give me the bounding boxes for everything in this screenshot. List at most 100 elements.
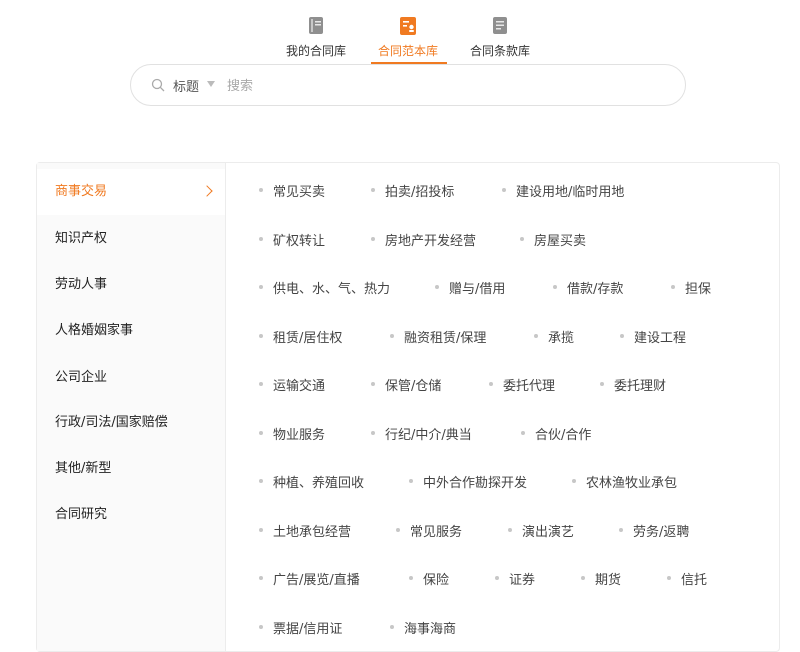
category-label: 保管/仓储: [385, 379, 442, 394]
bullet-dot-icon: [259, 479, 263, 483]
category-label: 保险: [423, 573, 450, 588]
bullet-dot-icon: [667, 576, 671, 580]
bullet-dot-icon: [620, 334, 624, 338]
category-label: 土地承包经营: [273, 525, 352, 540]
category-link[interactable]: 种植、养殖回收: [259, 472, 365, 491]
search-field-select[interactable]: 标题: [173, 76, 199, 95]
category-link[interactable]: 融资租赁/保理: [390, 327, 486, 346]
category-link[interactable]: 土地承包经营: [259, 521, 352, 540]
category-link[interactable]: 租赁/居住权: [259, 327, 343, 346]
category-link[interactable]: 票据/信用证: [259, 618, 342, 637]
tab-label: 合同范本库: [377, 44, 438, 58]
category-link[interactable]: 房地产开发经营: [371, 230, 477, 249]
category-link[interactable]: 证券: [495, 569, 535, 588]
sidebar-item-other-new[interactable]: 其他/新型: [37, 446, 225, 492]
category-link[interactable]: 演出演艺: [508, 521, 574, 540]
category-label: 承揽: [548, 331, 575, 346]
bullet-dot-icon: [572, 479, 576, 483]
sidebar-item-label: 人格婚姻家事: [55, 323, 134, 338]
category-label: 借款/存款: [567, 282, 624, 297]
bullet-dot-icon: [259, 625, 263, 629]
sidebar-item-contract-research[interactable]: 合同研究: [37, 492, 225, 538]
category-link[interactable]: 劳务/返聘: [619, 521, 690, 540]
bullet-dot-icon: [521, 431, 525, 435]
category-label: 信托: [681, 573, 708, 588]
category-link[interactable]: 常见买卖: [259, 181, 325, 200]
sidebar-item-label: 合同研究: [55, 507, 108, 522]
category-label: 房地产开发经营: [385, 234, 477, 249]
category-link[interactable]: 建设工程: [620, 327, 686, 346]
bullet-dot-icon: [259, 334, 263, 338]
sidebar-item-intellectual-property[interactable]: 知识产权: [37, 216, 225, 262]
category-label: 行纪/中介/典当: [385, 428, 472, 443]
bullet-dot-icon: [259, 285, 263, 289]
category-label: 常见服务: [410, 525, 463, 540]
category-label: 种植、养殖回收: [273, 476, 365, 491]
bullet-dot-icon: [371, 382, 375, 386]
category-label: 劳务/返聘: [633, 525, 690, 540]
category-link[interactable]: 行纪/中介/典当: [371, 424, 472, 443]
book-icon: [309, 17, 323, 34]
bullet-dot-icon: [553, 285, 557, 289]
category-link[interactable]: 中外合作勘探开发: [409, 472, 527, 491]
sidebar-item-commercial-transactions[interactable]: 商事交易: [37, 169, 225, 215]
sidebar-item-label: 其他/新型: [55, 461, 112, 476]
category-link[interactable]: 物业服务: [259, 424, 325, 443]
category-label: 租赁/居住权: [273, 331, 343, 346]
category-link[interactable]: 委托理财: [600, 375, 667, 394]
category-link[interactable]: 常见服务: [396, 521, 463, 540]
category-label: 运输交通: [273, 379, 326, 394]
tab-label: 合同条款库: [469, 44, 530, 58]
bullet-dot-icon: [495, 576, 499, 580]
category-label: 期货: [595, 573, 622, 588]
category-label: 广告/展览/直播: [273, 573, 360, 588]
category-link[interactable]: 期货: [581, 569, 622, 588]
bullet-dot-icon: [259, 237, 263, 241]
category-label: 房屋买卖: [534, 234, 587, 249]
category-link[interactable]: 广告/展览/直播: [259, 569, 360, 588]
category-link[interactable]: 供电、水、气、热力: [259, 278, 391, 297]
search-input[interactable]: [225, 74, 649, 98]
category-sidebar: 商事交易 知识产权 劳动人事 人格婚姻家事 公司企业 行政/司法/国家赔偿 其他…: [37, 163, 226, 651]
bullet-dot-icon: [390, 334, 394, 338]
category-link[interactable]: 赠与/借用: [435, 278, 505, 297]
category-link[interactable]: 房屋买卖: [520, 230, 587, 249]
category-link[interactable]: 建设用地/临时用地: [502, 181, 624, 200]
category-link[interactable]: 运输交通: [259, 375, 326, 394]
category-link[interactable]: 合伙/合作: [521, 424, 591, 443]
sidebar-item-labor-personnel[interactable]: 劳动人事: [37, 262, 225, 308]
category-link[interactable]: 保管/仓储: [371, 375, 442, 394]
bullet-dot-icon: [259, 576, 263, 580]
category-link[interactable]: 担保: [671, 278, 711, 297]
category-label: 委托理财: [614, 379, 667, 394]
search-bar: 标题: [130, 64, 686, 106]
tab-my-contracts[interactable]: 我的合同库: [280, 10, 352, 66]
category-link[interactable]: 委托代理: [489, 375, 555, 394]
bullet-dot-icon: [259, 188, 263, 192]
bullet-dot-icon: [371, 188, 375, 192]
sidebar-item-personality-marriage-family[interactable]: 人格婚姻家事: [37, 308, 225, 354]
chevron-right-icon: [201, 185, 213, 197]
sidebar-item-company-enterprise[interactable]: 公司企业: [37, 355, 225, 401]
category-label: 供电、水、气、热力: [273, 282, 391, 297]
category-link[interactable]: 承揽: [534, 327, 575, 346]
category-label: 拍卖/招投标: [385, 185, 455, 200]
category-link[interactable]: 海事海商: [390, 618, 457, 637]
bullet-dot-icon: [409, 576, 413, 580]
caret-down-icon[interactable]: [207, 81, 215, 87]
category-link[interactable]: 农林渔牧业承包: [572, 472, 677, 491]
sidebar-item-administrative-judicial[interactable]: 行政/司法/国家赔偿: [37, 400, 225, 446]
category-link[interactable]: 矿权转让: [259, 230, 325, 249]
category-link[interactable]: 拍卖/招投标: [371, 181, 455, 200]
clause-document-icon: [493, 17, 507, 34]
category-link[interactable]: 借款/存款: [553, 278, 624, 297]
category-link[interactable]: 保险: [409, 569, 450, 588]
bullet-dot-icon: [581, 576, 585, 580]
category-label: 海事海商: [404, 622, 457, 637]
tab-contract-templates[interactable]: 合同范本库: [372, 10, 444, 66]
bullet-dot-icon: [520, 237, 524, 241]
bullet-dot-icon: [600, 382, 604, 386]
category-link[interactable]: 信托: [667, 569, 708, 588]
bullet-dot-icon: [409, 479, 413, 483]
tab-contract-clauses[interactable]: 合同条款库: [464, 10, 536, 66]
